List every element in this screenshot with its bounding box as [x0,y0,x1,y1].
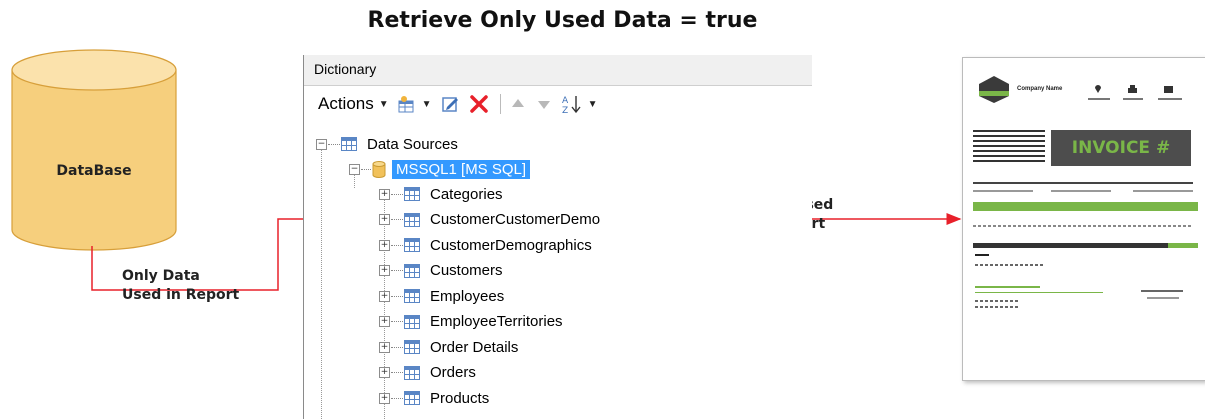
new-datasource-icon [398,96,414,113]
table-icon [404,212,420,227]
sort-az-icon: A Z [562,96,581,115]
actions-menu-button[interactable]: Actions ▼ [318,94,389,114]
tree-node-table[interactable]: + Customers [379,259,503,283]
table-name-label: EmployeeTerritories [430,313,563,330]
delete-button[interactable] [468,93,490,115]
chevron-down-icon: ▼ [378,98,389,110]
location-icon [1095,85,1101,93]
table-icon [404,289,420,303]
phone-icon [1128,85,1137,93]
tree-node-table[interactable]: + CustomerDemographics [379,233,592,257]
tree-node-table[interactable]: + CustomerCustomerDemo [379,208,600,232]
toolbar-separator [499,94,501,114]
only-data-note: Only Data Used in Report [122,268,240,303]
edit-icon [441,97,458,112]
tree-node-table[interactable]: + Employees [379,284,504,308]
expand-icon[interactable]: + [379,316,390,327]
expand-icon[interactable]: + [379,265,390,276]
tree-node-data-sources[interactable]: − Data Sources [316,132,458,156]
table-name-label: CustomerCustomerDemo [430,211,601,228]
report-preview: Company Name INVOICE # [962,57,1205,381]
expand-icon[interactable]: + [379,392,390,404]
table-name-label: Categories [430,185,503,203]
new-item-button[interactable]: ▼ [397,94,432,114]
chevron-down-icon: ▼ [587,98,598,110]
table-name-label: CustomerDemographics [430,236,592,254]
table-icon [404,340,420,354]
table-name-label: Products [430,389,490,407]
company-name: Company Name [1017,86,1063,92]
tree-node-table[interactable]: + Products [379,386,489,410]
tree-node-mssql1[interactable]: − MSSQL1 [MS SQL] [349,157,531,181]
dictionary-toolbar: Actions ▼ ▼ A Z ▼ [304,89,812,119]
expand-icon[interactable]: + [379,367,390,378]
table-icon [404,365,420,380]
table-icon [404,187,420,201]
table-icon [404,238,420,252]
tree-node-table[interactable]: + Orders [379,361,476,385]
table-icon [404,391,420,405]
edit-button[interactable] [440,94,460,114]
invoice-title-banner: INVOICE # [1051,130,1191,166]
move-up-button[interactable] [509,95,527,113]
actions-label: Actions [318,94,374,113]
expand-icon[interactable]: + [379,214,390,225]
dictionary-title: Dictionary [304,55,812,86]
selected-datasource-label: MSSQL1 [MS SQL] [392,159,531,179]
table-icon [341,137,357,151]
tree-node-table[interactable]: + EmployeeTerritories [379,310,563,334]
move-down-button[interactable] [535,95,553,113]
expand-icon[interactable]: + [379,290,390,302]
table-icon [404,314,420,329]
database-icon [372,160,386,178]
chevron-down-icon: ▼ [421,98,432,110]
email-icon [1164,86,1173,93]
table-name-label: Customers [430,262,503,279]
arrow-down-icon [537,101,550,109]
sort-button[interactable]: A Z ▼ [561,93,598,115]
table-name-label: Employees [430,287,505,305]
tree-node-table[interactable]: + Order Details [379,335,518,359]
collapse-icon[interactable]: − [349,163,360,175]
invoice-table-header [973,202,1198,211]
svg-text:Z: Z [562,106,568,115]
arrow-up-icon [511,99,524,107]
expand-icon[interactable]: + [379,188,390,200]
table-icon [404,263,420,278]
dictionary-panel: Dictionary Actions ▼ ▼ A Z ▼ − Data Sour… [303,55,812,419]
delete-icon [469,95,488,113]
svg-text:A: A [562,96,569,106]
table-name-label: Order Details [430,338,519,356]
tree-node-label: Data Sources [367,135,458,153]
company-badge-icon [979,76,1009,103]
expand-icon[interactable]: + [379,341,390,353]
collapse-icon[interactable]: − [316,138,327,150]
table-name-label: Orders [430,364,476,381]
expand-icon[interactable]: + [379,239,390,251]
tree-node-table[interactable]: + Categories [379,182,503,206]
